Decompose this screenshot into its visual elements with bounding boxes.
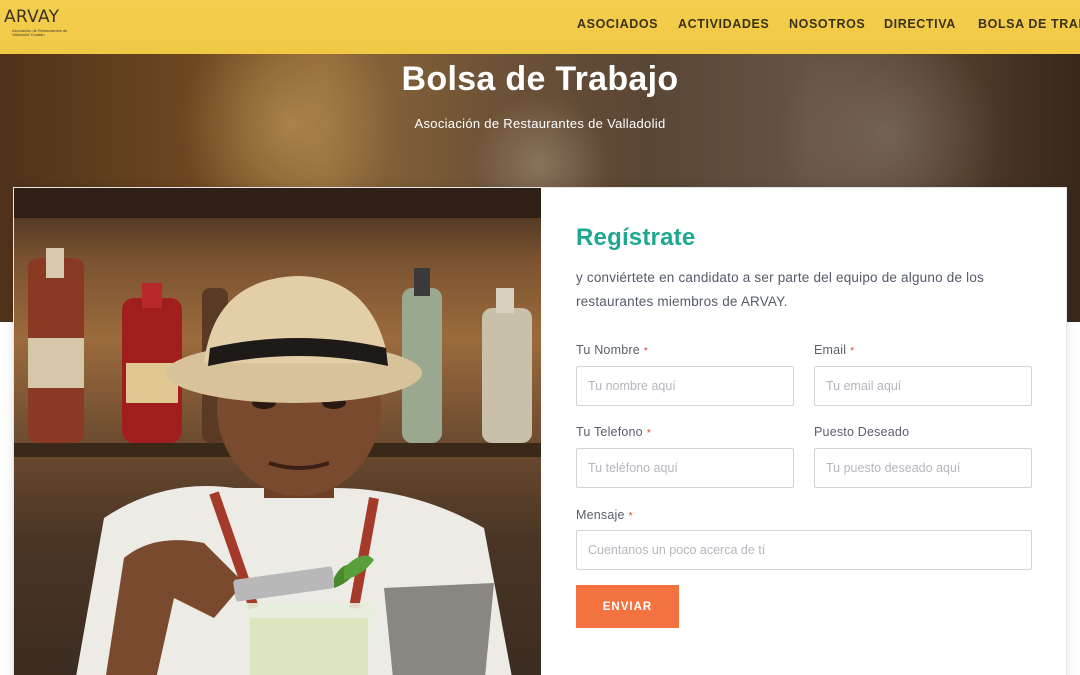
email-label: Email * <box>814 343 854 357</box>
required-marker: * <box>850 346 855 357</box>
nav-item-asociados[interactable]: ASOCIADOS <box>577 17 658 31</box>
phone-input[interactable] <box>576 448 794 488</box>
required-marker: * <box>643 346 648 357</box>
required-marker: * <box>646 428 651 439</box>
nav-item-bolsa-de-trabajo[interactable]: BOLSA DE TRAB <box>978 17 1080 31</box>
logo-text: ARVAY <box>4 7 60 27</box>
phone-label: Tu Telefono * <box>576 425 651 439</box>
registration-form: Regístrate y conviértete en candidato a … <box>541 188 1068 675</box>
required-marker: * <box>628 511 633 522</box>
email-label-text: Email <box>814 343 847 357</box>
nav-item-actividades[interactable]: ACTIVIDADES <box>678 17 769 31</box>
form-description: y conviértete en candidato a ser parte d… <box>576 270 984 309</box>
position-input[interactable] <box>814 448 1032 488</box>
name-label-text: Tu Nombre <box>576 343 640 357</box>
position-label: Puesto Deseado <box>814 425 909 439</box>
form-title: Regístrate <box>576 224 696 251</box>
arvay-logo[interactable]: ARVAY Asociación de Restaurantes de Vall… <box>4 8 82 37</box>
nav-item-nosotros[interactable]: NOSOTROS <box>789 17 865 31</box>
registration-card: Regístrate y conviértete en candidato a … <box>13 187 1067 675</box>
phone-label-text: Tu Telefono <box>576 425 643 439</box>
message-label-text: Mensaje <box>576 508 625 522</box>
bartender-photo <box>14 188 541 675</box>
name-input[interactable] <box>576 366 794 406</box>
name-label: Tu Nombre * <box>576 343 648 357</box>
page-title: Bolsa de Trabajo <box>401 60 679 98</box>
logo-subtext: Asociación de Restaurantes de Valladolid… <box>12 28 68 37</box>
nav-item-directiva[interactable]: DIRECTIVA <box>884 17 956 31</box>
submit-button[interactable]: ENVIAR <box>576 585 679 628</box>
page-subtitle: Asociación de Restaurantes de Valladolid <box>414 116 666 131</box>
bartender-illustration <box>14 188 541 675</box>
top-navigation-bar: ARVAY Asociación de Restaurantes de Vall… <box>0 0 1080 54</box>
email-input[interactable] <box>814 366 1032 406</box>
message-input[interactable] <box>576 530 1032 570</box>
message-label: Mensaje * <box>576 508 633 522</box>
position-label-text: Puesto Deseado <box>814 425 910 439</box>
